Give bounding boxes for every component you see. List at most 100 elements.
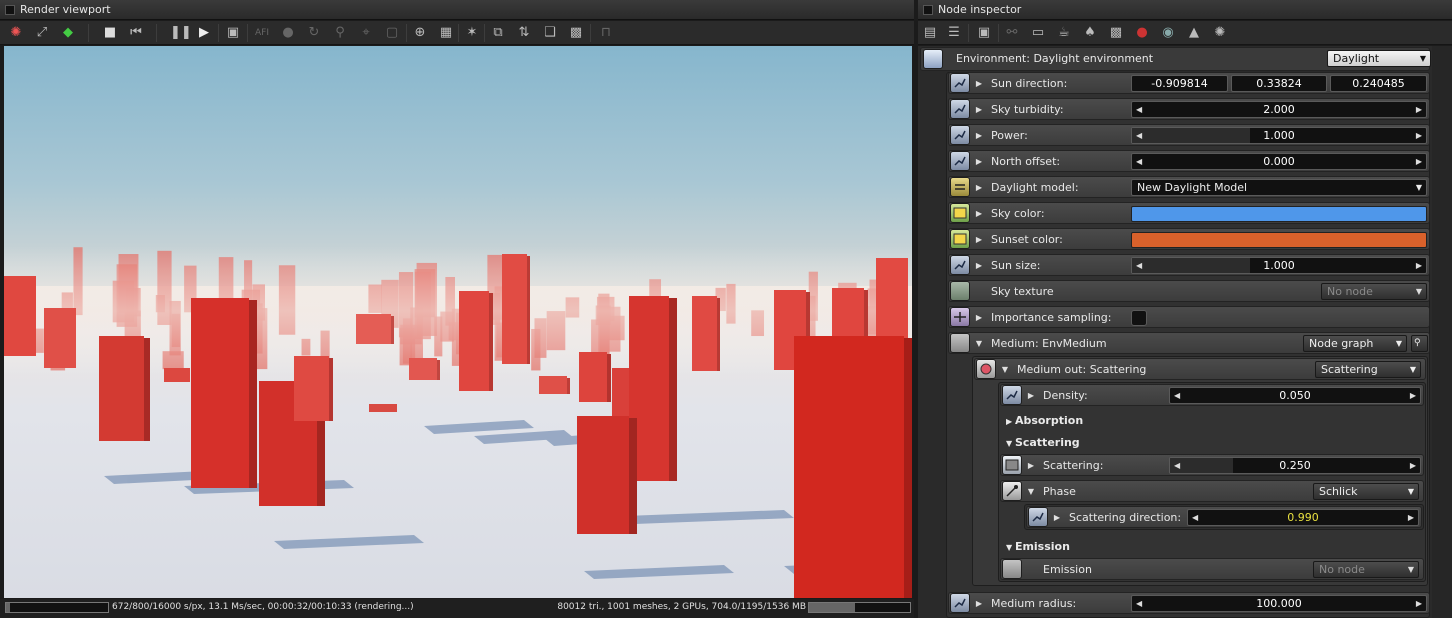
refresh-icon[interactable]: ✺ [8,25,24,41]
expand-icon[interactable]: ▶ [974,125,984,147]
medium-type-dropdown[interactable]: Node graph ▼ [1303,335,1407,352]
sky-color-swatch[interactable] [1131,206,1427,222]
play-icon[interactable]: ▶ [196,25,212,41]
drop-icon[interactable]: ♠ [1082,25,1098,41]
sphere-icon[interactable]: ● [1134,25,1150,41]
node-graph-link-icon[interactable]: ⚲ [1411,335,1428,352]
medium-radius-slider[interactable]: ◀ 100.000 ▶ [1131,595,1427,612]
power-slider[interactable]: ◀ 1.000 ▶ [1131,127,1427,144]
greyscale-node-icon[interactable] [1002,455,1022,475]
scattering-section-header[interactable]: ▼ Scattering [1006,434,1080,452]
scattering-slider[interactable]: ◀ 0.250 ▶ [1169,457,1421,474]
expand-icon[interactable]: ▶ [1026,455,1036,477]
afi-icon[interactable]: AFI [254,25,270,41]
sync-icon[interactable]: ↻ [306,25,322,41]
expand-icon[interactable]: ▶ [1052,507,1062,529]
importance-sampling-checkbox[interactable] [1131,310,1147,326]
float-node-icon[interactable] [1002,385,1022,405]
sun-direction-y-field[interactable]: 0.33824 [1231,75,1327,92]
rgb-node-icon[interactable] [950,203,970,223]
expand-icon[interactable]: ▶ [974,177,984,199]
lock-icon[interactable]: ⚲ [332,25,348,41]
medium-node-icon[interactable] [950,333,970,353]
emission-node-icon[interactable] [1002,559,1022,579]
sun-direction-x-field[interactable]: -0.909814 [1131,75,1228,92]
texture-icon[interactable]: ▩ [1108,25,1124,41]
stop-icon[interactable]: ■ [102,25,118,41]
emission-section-header[interactable]: ▼ Emission [1006,538,1070,556]
texture-node-icon[interactable] [950,281,970,301]
density-slider[interactable]: ◀ 0.050 ▶ [1169,387,1421,404]
link-icon[interactable]: ⚯ [1004,25,1020,41]
panel-close-icon[interactable] [5,5,15,15]
sunset-color-swatch[interactable] [1131,232,1427,248]
scattering-node-icon[interactable] [976,359,996,379]
screen-icon[interactable]: ▣ [225,25,241,41]
emission-dropdown[interactable]: No node ▼ [1313,561,1419,578]
medium-out-dropdown[interactable]: Scattering ▼ [1315,361,1421,378]
environment-type-dropdown[interactable]: Daylight ▼ [1327,50,1431,67]
phase-node-icon[interactable] [1002,481,1022,501]
lock2-icon[interactable]: ▢ [384,25,400,41]
sky-texture-row: Sky texture No node ▼ [948,280,1430,302]
color-icon[interactable]: ● [280,25,296,41]
float-node-icon[interactable] [950,255,970,275]
lock-render-icon[interactable]: ⊓ [598,25,614,41]
render-viewport[interactable] [4,46,912,598]
copy-icon[interactable]: ⧉ [490,25,506,41]
sun-icon[interactable]: ✺ [1212,25,1228,41]
rgb-node-icon[interactable] [950,229,970,249]
phase-dropdown[interactable]: Schlick ▼ [1313,483,1419,500]
float-node-icon[interactable] [950,125,970,145]
daylight-model-dropdown[interactable]: New Daylight Model ▼ [1131,179,1427,196]
sky-turbidity-slider[interactable]: ◀ 2.000 ▶ [1131,101,1427,118]
expand-icon[interactable]: ▶ [974,203,984,225]
expand-icon[interactable]: ▶ [974,99,984,121]
expand-icon[interactable]: ▶ [974,73,984,95]
teapot-icon[interactable]: ☕ [1056,25,1072,41]
cube-icon[interactable]: ◆ [60,25,76,41]
expand-icon[interactable]: ▶ [974,255,984,277]
pick-focus-icon[interactable]: ✶ [464,25,480,41]
collapse-icon[interactable]: ▼ [1000,359,1010,381]
expand-icon[interactable]: ▶ [974,593,984,615]
north-offset-slider[interactable]: ◀ 0.000 ▶ [1131,153,1427,170]
rewind-icon[interactable]: ⏮ [128,25,144,41]
fit-icon[interactable]: ⤢ [34,25,50,41]
absorption-section-header[interactable]: ▶ Absorption [1006,412,1083,430]
stack2-icon[interactable]: ☰ [946,25,962,41]
pick-icon[interactable]: ⌖ [358,25,374,41]
zoom-region-icon[interactable]: ⊕ [412,25,428,41]
sun-size-slider[interactable]: ◀ 1.000 ▶ [1131,257,1427,274]
bool-node-icon[interactable] [950,307,970,327]
picture-icon[interactable]: ▲ [1186,25,1202,41]
pause-icon[interactable]: ❚❚ [170,25,192,41]
panel-close-icon[interactable] [923,5,933,15]
float-node-icon[interactable] [950,73,970,93]
float-node-icon[interactable] [1028,507,1048,527]
sphere2-icon[interactable]: ◉ [1160,25,1176,41]
collapse-icon[interactable]: ▼ [1026,481,1036,503]
inspector-scrollbar[interactable] [1432,46,1452,618]
stack-icon[interactable]: ▤ [922,25,938,41]
float-node-icon[interactable] [950,593,970,613]
scattering-direction-row: ▶ Scattering direction: ◀ 0.990 ▶ [1026,506,1422,528]
sky-texture-dropdown[interactable]: No node ▼ [1321,283,1427,300]
collapse-icon[interactable]: ▼ [974,333,984,355]
sun-direction-z-field[interactable]: 0.240485 [1330,75,1427,92]
image-icon[interactable]: ▣ [976,25,992,41]
region-icon[interactable]: ▦ [438,25,454,41]
float-node-icon[interactable] [950,151,970,171]
expand-icon[interactable]: ▶ [974,151,984,173]
expand-icon[interactable]: ▶ [974,229,984,251]
scattering-direction-slider[interactable]: ◀ 0.990 ▶ [1187,509,1419,526]
checker-icon[interactable]: ▩ [568,25,584,41]
clay-icon[interactable]: ❑ [542,25,558,41]
float-node-icon[interactable] [950,99,970,119]
red-pillar [577,416,629,534]
expand-icon[interactable]: ▶ [1026,385,1036,407]
enum-node-icon[interactable] [950,177,970,197]
sync-camera-icon[interactable]: ⇅ [516,25,532,41]
monitor-icon[interactable]: ▭ [1030,25,1046,41]
expand-icon[interactable]: ▶ [974,307,984,329]
